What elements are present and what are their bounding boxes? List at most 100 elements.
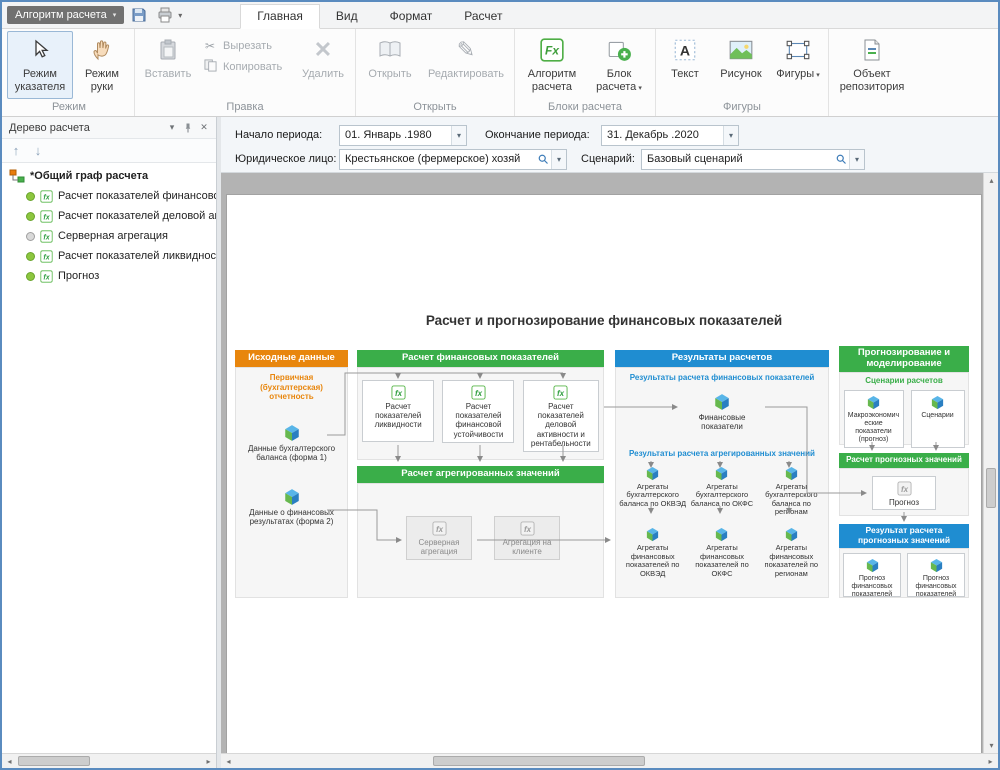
fx-icon — [40, 270, 53, 283]
calc-block-button[interactable]: Блок расчета▾ — [586, 31, 652, 99]
horizontal-scrollbar[interactable]: ◂ ▸ — [221, 753, 998, 768]
edit-button[interactable]: ✎ Редактировать — [421, 31, 511, 99]
diagram-node[interactable]: Прогноз — [872, 476, 936, 510]
status-green-icon — [26, 252, 35, 261]
scroll-thumb[interactable] — [433, 756, 645, 766]
scroll-left-icon[interactable]: ◂ — [221, 754, 236, 769]
chevron-down-icon[interactable]: ▾ — [451, 126, 466, 145]
tree-root-item[interactable]: *Общий граф расчета — [2, 166, 216, 186]
diagram-node[interactable]: Серверная агрегация — [406, 516, 472, 560]
tree-item[interactable]: Расчет показателей финансовой устойчивос… — [2, 186, 216, 206]
tree-item[interactable]: Серверная агрегация — [2, 226, 216, 246]
diagram-node[interactable]: Прогноз финансовых показателей — [907, 553, 965, 597]
tree-item[interactable]: Расчет показателей ликвидности — [2, 246, 216, 266]
diagram-node[interactable]: Агрегаты бухгалтерского баланса по ОКВЭД — [618, 466, 687, 518]
pointer-mode-button[interactable]: Режим указателя — [7, 31, 73, 99]
diagram-node-label: Финансовые показатели — [681, 413, 763, 431]
repository-object-label: Объект репозитория — [833, 68, 911, 93]
app-menu-button[interactable]: Алгоритм расчета ▾ — [7, 6, 124, 24]
panel-menu-icon[interactable]: ▾ — [164, 120, 180, 136]
copy-button[interactable]: Копировать — [198, 56, 294, 77]
diagram-node[interactable]: Агрегация на клиенте — [494, 516, 560, 560]
scroll-right-icon[interactable]: ▸ — [983, 754, 998, 769]
period-start-combobox[interactable]: 01. Январь .1980 ▾ — [339, 125, 467, 146]
chevron-down-icon[interactable]: ▾ — [723, 126, 738, 145]
diagram-node[interactable]: Агрегаты финансовых показателей по ОКВЭД — [618, 527, 687, 579]
scroll-left-icon[interactable]: ◂ — [2, 754, 17, 769]
shapes-button[interactable]: Фигуры▾ — [771, 31, 825, 99]
tree-item[interactable]: Прогноз — [2, 266, 216, 286]
calc-tree-panel: Дерево расчета ▾ ✕ ↑ ↓ *Общий граф расче… — [2, 117, 217, 768]
scroll-right-icon[interactable]: ▸ — [201, 754, 216, 769]
move-down-button[interactable]: ↓ — [28, 141, 48, 161]
paste-label: Вставить — [145, 68, 192, 81]
diagram-node[interactable]: Расчет показателей финансовой устойчивос… — [442, 380, 514, 443]
diagram-canvas[interactable]: Расчет и прогнозирование финансовых пока… — [221, 173, 983, 753]
diagram-node[interactable]: Расчет показателей ликвидности — [362, 380, 434, 442]
chevron-down-icon[interactable]: ▾ — [849, 150, 864, 169]
diagram-node[interactable]: Сценарии — [911, 390, 965, 448]
repository-object-button[interactable]: Объект репозитория — [832, 31, 912, 99]
diagram-node-label: Расчет показателей финансовой устойчивос… — [445, 402, 511, 439]
chevron-down-icon: ▾ — [113, 11, 117, 19]
text-label: Текст — [671, 68, 699, 81]
cut-button[interactable]: ✂ Вырезать — [198, 35, 294, 56]
delete-button[interactable]: ✕ Удалить — [294, 31, 352, 99]
tab-glavnaya[interactable]: Главная — [240, 4, 320, 29]
diagram-node[interactable]: Данные бухгалтерского баланса (форма 1) — [248, 424, 336, 462]
picture-button[interactable]: Рисунок — [711, 31, 771, 99]
diagram-node[interactable]: Прогноз финансовых показателей — [843, 553, 901, 597]
pin-icon[interactable] — [180, 120, 196, 136]
save-icon — [131, 7, 147, 23]
save-button[interactable] — [128, 5, 150, 25]
calc-algorithm-button[interactable]: Fx Алгоритм расчета — [518, 31, 586, 99]
scroll-down-icon[interactable]: ▾ — [984, 738, 999, 753]
calc-algorithm-label: Алгоритм расчета — [519, 68, 585, 93]
diagram-node[interactable]: Агрегаты бухгалтерского баланса по ОКФС — [687, 466, 756, 518]
text-button[interactable]: A Текст — [659, 31, 711, 99]
cube-icon — [929, 558, 944, 573]
diagram-node[interactable]: Агрегаты финансовых показателей по ОКФС — [687, 527, 756, 579]
paste-icon — [153, 35, 183, 65]
diagram-node[interactable]: Макроэкономические показатели (прогноз) — [844, 390, 904, 448]
aggregation-header: Расчет агрегированных значений — [357, 466, 604, 483]
results-body: Результаты расчета финансовых показателе… — [615, 367, 829, 598]
ribbon-group-edit: Вставить ✂ Вырезать Копировать ✕ — [135, 29, 356, 116]
pencil-icon: ✎ — [451, 35, 481, 65]
print-button[interactable] — [154, 5, 176, 25]
scroll-thumb[interactable] — [18, 756, 90, 766]
search-icon[interactable] — [535, 153, 551, 165]
quick-access-dropdown[interactable]: ▾ — [178, 11, 182, 20]
chevron-down-icon[interactable]: ▾ — [551, 150, 566, 169]
scroll-up-icon[interactable]: ▴ — [984, 173, 999, 188]
tab-vid[interactable]: Вид — [320, 5, 374, 28]
open-button[interactable]: Открыть — [359, 31, 421, 99]
diagram-node[interactable]: Расчет показателей деловой активности и … — [523, 380, 599, 452]
main-area: Дерево расчета ▾ ✕ ↑ ↓ *Общий граф расче… — [2, 117, 998, 768]
scissors-icon: ✂ — [202, 39, 218, 53]
period-end-combobox[interactable]: 31. Декабрь .2020 ▾ — [601, 125, 739, 146]
vertical-scrollbar[interactable]: ▴ ▾ — [983, 173, 998, 753]
scenario-combobox[interactable]: Базовый сценарий ▾ — [641, 149, 865, 170]
tab-raschet[interactable]: Расчет — [448, 5, 518, 28]
move-up-button[interactable]: ↑ — [6, 141, 26, 161]
diagram-node-label: Агрегаты бухгалтерского баланса по ОКВЭД — [618, 483, 687, 509]
cube-icon — [645, 527, 660, 542]
diagram-node[interactable]: Финансовые показатели — [681, 393, 763, 431]
scroll-thumb[interactable] — [986, 468, 996, 508]
tree-item[interactable]: Расчет показателей деловой активности — [2, 206, 216, 226]
diagram-node[interactable]: Агрегаты финансовых показателей по регио… — [757, 527, 826, 579]
tab-format[interactable]: Формат — [374, 5, 449, 28]
search-icon[interactable] — [833, 153, 849, 165]
forecast-result-header: Результат расчета прогнозных значений — [839, 524, 969, 548]
diagram-node[interactable]: Агрегаты бухгалтерского баланса по регио… — [757, 466, 826, 518]
add-block-icon — [604, 35, 634, 65]
paste-button[interactable]: Вставить — [138, 31, 198, 99]
hand-mode-button[interactable]: Режим руки — [73, 31, 131, 99]
tree-horizontal-scrollbar[interactable]: ◂ ▸ — [2, 753, 216, 768]
legal-entity-combobox[interactable]: Крестьянское (фермерское) хозяй ▾ — [339, 149, 567, 170]
ribbon-tabs: Главная Вид Формат Расчет — [240, 2, 518, 28]
diagram-node[interactable]: Данные о финансовых результатах (форма 2… — [248, 488, 336, 526]
close-icon[interactable]: ✕ — [196, 120, 212, 136]
delete-icon: ✕ — [308, 35, 338, 65]
